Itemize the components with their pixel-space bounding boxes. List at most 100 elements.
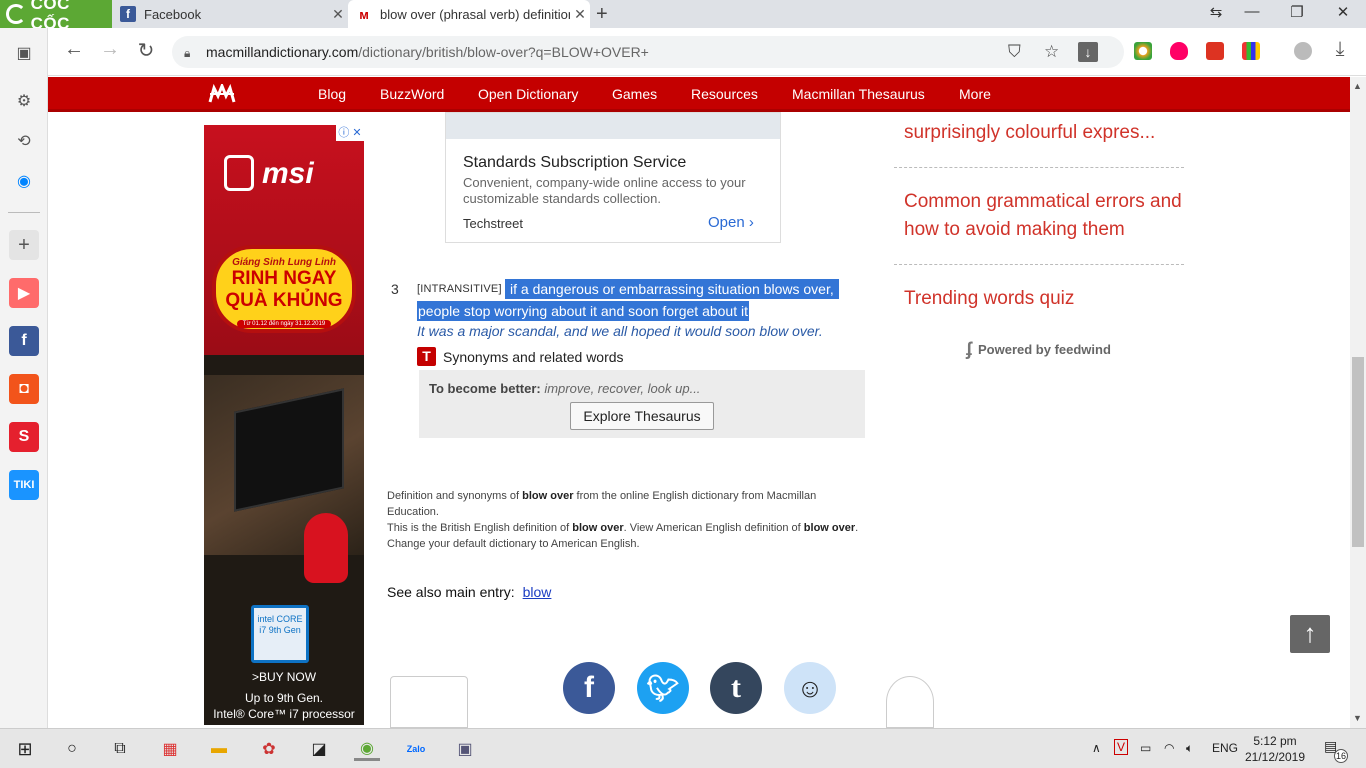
- nav-games[interactable]: Games: [612, 86, 657, 102]
- powered-by-feedwind[interactable]: ʄ Powered by feedwind: [966, 339, 1111, 360]
- page-scrollbar[interactable]: ▲ ▼: [1350, 77, 1366, 728]
- ad-buy-now[interactable]: >BUY NOW: [204, 670, 364, 684]
- window-close-button[interactable]: ✕: [1333, 3, 1353, 21]
- battery-icon[interactable]: ▭: [1140, 741, 1151, 755]
- messenger-icon[interactable]: ◉: [9, 166, 39, 196]
- ad-tagline2: Intel® Core™ i7 processor: [213, 707, 355, 721]
- card-open-button[interactable]: Open ›: [708, 214, 754, 231]
- input-language[interactable]: ENG: [1212, 741, 1238, 755]
- related-link[interactable]: surprisingly colourful expres...: [904, 119, 1155, 147]
- download-page-icon[interactable]: ↓: [1078, 42, 1098, 62]
- synonyms-toggle[interactable]: T Synonyms and related words: [417, 347, 624, 366]
- feedwind-icon: ʄ: [966, 339, 972, 359]
- ad-tagline1: Up to 9th Gen.: [244, 691, 324, 705]
- scrollbar-thumb[interactable]: [1352, 357, 1364, 547]
- tumblr-share-icon[interactable]: t: [710, 662, 762, 714]
- nav-buzzword[interactable]: BuzzWord: [380, 86, 444, 102]
- tray-app-icon[interactable]: V: [1114, 739, 1129, 755]
- search-icon[interactable]: ○: [59, 737, 85, 761]
- forward-button[interactable]: →: [98, 38, 122, 61]
- taskbar-clock[interactable]: 5:12 pm 21/12/2019: [1240, 733, 1310, 765]
- scroll-up-icon[interactable]: ▲: [1353, 81, 1362, 91]
- history-icon[interactable]: ⟲: [9, 126, 39, 156]
- windows-start-icon[interactable]: ⊞: [12, 737, 38, 761]
- reload-button[interactable]: ↻: [134, 38, 158, 63]
- wifi-icon[interactable]: ◠: [1164, 741, 1174, 755]
- app-icon[interactable]: ◪: [306, 737, 332, 761]
- nav-open-dictionary[interactable]: Open Dictionary: [478, 86, 578, 102]
- task-view-icon[interactable]: ⧉: [107, 737, 133, 761]
- shopee-icon[interactable]: ◘: [9, 374, 39, 404]
- see-also-label: See also main entry:: [387, 584, 515, 600]
- coccoc-taskbar-icon[interactable]: ◉: [354, 737, 380, 761]
- grammar-label: [INTRANSITIVE]: [417, 283, 502, 295]
- related-link[interactable]: Common grammatical errors and how to avo…: [904, 188, 1184, 244]
- nav-resources[interactable]: Resources: [691, 86, 758, 102]
- definition-text-line2: people stop worrying about it and soon f…: [417, 301, 749, 321]
- sponsored-card[interactable]: Standards Subscription Service Convenien…: [445, 112, 781, 243]
- promo-line2: RINH NGAY: [231, 268, 337, 289]
- coccoc-logo-icon: [6, 4, 26, 24]
- tab-facebook[interactable]: f Facebook ✕: [112, 0, 348, 28]
- restore-button[interactable]: ❐: [1287, 3, 1307, 21]
- file-explorer-icon[interactable]: ▬: [206, 737, 232, 761]
- extension-icon[interactable]: [1206, 42, 1224, 60]
- close-icon[interactable]: ✕: [328, 6, 348, 23]
- add-app-icon[interactable]: +: [9, 230, 39, 260]
- tab-title: Facebook: [144, 6, 202, 22]
- shield-icon[interactable]: ⛉: [1008, 42, 1021, 62]
- extension-icon[interactable]: [1134, 42, 1152, 60]
- nav-blog[interactable]: Blog: [318, 86, 346, 102]
- tray-chevron-icon[interactable]: ∧: [1092, 741, 1101, 755]
- card-title[interactable]: Standards Subscription Service: [463, 154, 686, 172]
- zalo-icon[interactable]: Zalo: [403, 737, 429, 761]
- change-dictionary-link[interactable]: Change your default dictionary to Americ…: [387, 536, 871, 552]
- footnote-term: blow over: [572, 522, 624, 534]
- tab-search-icon[interactable]: ⇆: [1206, 3, 1226, 21]
- sendo-icon[interactable]: S: [9, 422, 39, 452]
- volume-icon[interactable]: 🔈︎: [1186, 741, 1193, 756]
- footnote-term: blow over: [803, 522, 856, 534]
- reddit-share-icon[interactable]: ☺: [784, 662, 836, 714]
- app-icon[interactable]: ✿: [256, 737, 282, 761]
- facebook-share-icon[interactable]: f: [563, 662, 615, 714]
- see-also-link[interactable]: blow: [523, 584, 552, 600]
- sidebar-divider: [8, 212, 40, 213]
- powered-label: Powered by feedwind: [978, 342, 1111, 357]
- scroll-down-icon[interactable]: ▼: [1353, 713, 1362, 723]
- tab-macmillan[interactable]: ᴍ blow over (phrasal verb) definition ✕: [348, 0, 590, 28]
- new-tab-button[interactable]: +: [596, 3, 608, 26]
- app-icon[interactable]: ▣: [452, 737, 478, 761]
- bookmark-star-icon[interactable]: ☆: [1044, 42, 1059, 62]
- app-icon[interactable]: ▦: [157, 737, 183, 761]
- back-to-top-button[interactable]: ↑: [1290, 615, 1330, 653]
- tiki-icon[interactable]: TIKI: [9, 470, 39, 500]
- settings-icon[interactable]: ⚙: [9, 86, 39, 116]
- ad-close-icon[interactable]: ⓘ ✕: [336, 125, 364, 141]
- adblock-extension-icon[interactable]: [1170, 42, 1188, 60]
- macmillan-favicon-icon: ᴍ: [356, 6, 372, 22]
- back-button[interactable]: ←: [62, 38, 86, 61]
- sidebar-toggle-icon[interactable]: ▣: [9, 38, 39, 68]
- related-link[interactable]: Trending words quiz: [904, 285, 1074, 313]
- downloads-icon[interactable]: ⤓: [1328, 38, 1352, 61]
- profile-avatar[interactable]: [1294, 42, 1312, 60]
- twitter-share-icon[interactable]: 🐦︎: [637, 662, 689, 714]
- nav-more[interactable]: More: [959, 86, 991, 102]
- close-icon[interactable]: ✕: [570, 6, 590, 23]
- synonyms-label: Synonyms and related words: [443, 348, 624, 365]
- book-illustration: [390, 676, 468, 728]
- macmillan-logo-icon[interactable]: [208, 84, 236, 104]
- explore-thesaurus-button[interactable]: Explore Thesaurus: [570, 402, 714, 430]
- extension-icon[interactable]: [1242, 42, 1260, 60]
- card-source: Techstreet: [463, 216, 523, 231]
- heart-illustration: [886, 676, 934, 728]
- minimize-button[interactable]: —: [1242, 3, 1262, 20]
- msi-side-ad[interactable]: ⓘ ✕ msi Giáng Sinh Lung Linh RINH NGAY Q…: [204, 125, 364, 725]
- american-english-link[interactable]: . View American English definition of: [624, 522, 804, 534]
- nav-macmillan-thesaurus[interactable]: Macmillan Thesaurus: [792, 86, 925, 102]
- facebook-icon[interactable]: f: [9, 326, 39, 356]
- address-bar[interactable]: 🔒︎ macmillandictionary.com/dictionary/br…: [172, 36, 1124, 68]
- coccoc-menu[interactable]: CỐC CỐC: [0, 0, 112, 33]
- youtube-icon[interactable]: ▶: [9, 278, 39, 308]
